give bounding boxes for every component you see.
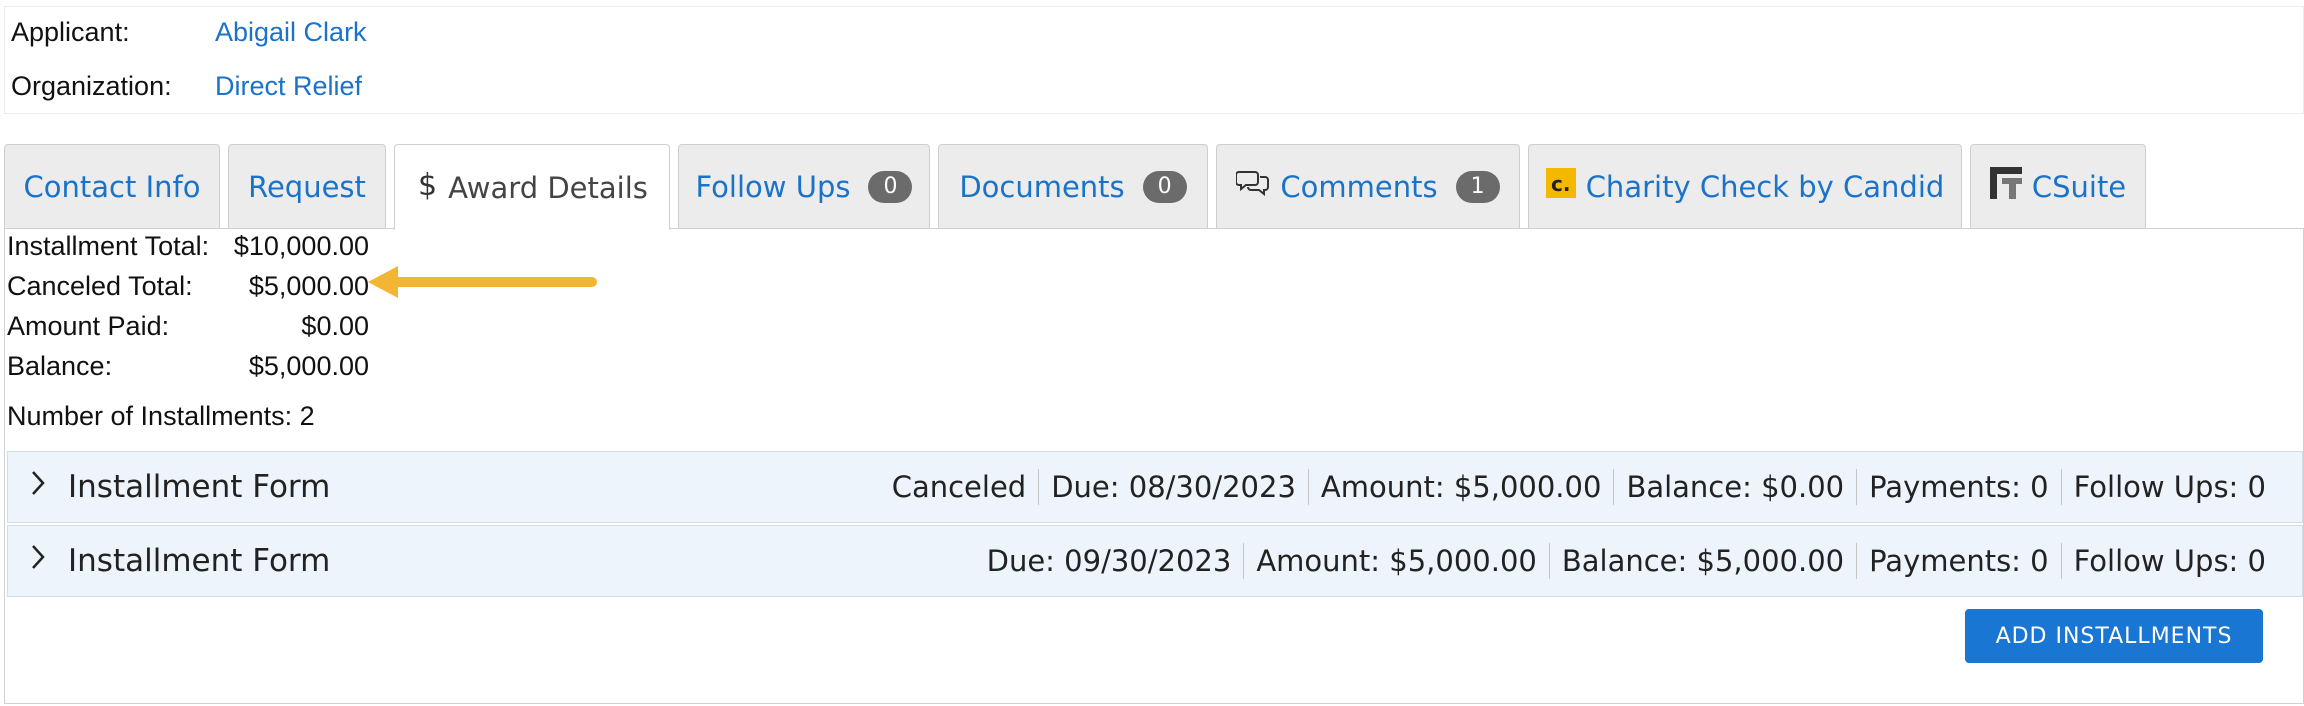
add-installments-button[interactable]: ADD INSTALLMENTS (1965, 609, 2263, 663)
canceled-total-label: Canceled Total: (7, 271, 193, 301)
tab-label: Award Details (448, 170, 648, 205)
tab-charity-check[interactable]: c. Charity Check by Candid (1528, 144, 1962, 228)
applicant-label: Applicant: (11, 17, 130, 47)
tab-request[interactable]: Request (228, 144, 386, 228)
amount-paid-value: $0.00 (301, 311, 369, 341)
organization-row: Organization: Direct Relief (11, 69, 362, 103)
documents-count-badge: 0 (1142, 170, 1187, 203)
balance-label: Balance: (7, 351, 113, 381)
installment-total-value: $10,000.00 (233, 231, 369, 261)
tab-award-details[interactable]: $ Award Details (394, 144, 670, 230)
tab-label: Documents (959, 169, 1125, 204)
tab-label: Charity Check by Candid (1585, 169, 1945, 204)
tab-label: CSuite (2031, 169, 2127, 204)
organization-label: Organization: (11, 71, 172, 101)
candid-logo-icon: c. (1545, 168, 1576, 205)
dollar-icon: $ (416, 167, 438, 208)
csuite-logo-icon (1989, 167, 2022, 206)
svg-text:$: $ (418, 168, 437, 201)
comments-count-badge: 1 (1455, 170, 1500, 203)
installment-amount: Amount: $5,000.00 (1320, 470, 1602, 504)
installment-row[interactable]: Installment Form Canceled Due: 08/30/202… (7, 451, 2303, 523)
installment-title: Installment Form (68, 543, 331, 579)
installment-balance: Balance: $5,000.00 (1561, 544, 1845, 578)
installment-total-label: Installment Total: (7, 231, 210, 261)
tab-csuite[interactable]: CSuite (1970, 144, 2146, 228)
installment-due: Due: 08/30/2023 (1051, 470, 1296, 504)
chevron-right-icon[interactable] (8, 542, 68, 580)
installment-row[interactable]: Installment Form Due: 09/30/2023 Amount:… (7, 525, 2303, 597)
organization-link[interactable]: Direct Relief (215, 71, 362, 101)
balance-value: $5,000.00 (248, 351, 369, 381)
tab-label: Contact Info (23, 169, 201, 204)
award-details-panel: Installment Total: $10,000.00 Canceled T… (4, 228, 2304, 704)
applicant-link[interactable]: Abigail Clark (215, 17, 367, 47)
tab-label: Request (248, 169, 366, 204)
installment-status: Canceled (891, 470, 1027, 504)
tab-label: Comments (1280, 169, 1438, 204)
amount-paid-label: Amount Paid: (7, 311, 170, 341)
tab-documents[interactable]: Documents 0 (938, 144, 1208, 228)
tab-bar: Contact Info Request $ Award Details Fol… (0, 144, 2304, 230)
number-of-installments: Number of Installments: 2 (7, 401, 315, 431)
svg-text:c.: c. (1551, 172, 1570, 196)
follow-ups-count-badge: 0 (868, 170, 913, 203)
installment-due: Due: 09/30/2023 (986, 544, 1232, 578)
tab-comments[interactable]: Comments 1 (1216, 144, 1520, 228)
installment-payments: Payments: 0 (1869, 470, 2049, 504)
installment-amount: Amount: $5,000.00 (1256, 544, 1537, 578)
installment-title: Installment Form (68, 469, 331, 505)
annotation-arrow-icon (368, 266, 597, 298)
applicant-header: Applicant: Abigail Clark Organization: Dir… (4, 6, 2304, 114)
chevron-right-icon[interactable] (8, 468, 68, 506)
tab-follow-ups[interactable]: Follow Ups 0 (678, 144, 930, 228)
installment-follow-ups: Follow Ups: 0 (2073, 470, 2266, 504)
tab-contact-info[interactable]: Contact Info (4, 144, 220, 228)
installment-meta: Due: 09/30/2023 Amount: $5,000.00 Balanc… (975, 543, 2302, 579)
installment-balance: Balance: $0.00 (1626, 470, 1845, 504)
tab-label: Follow Ups (695, 169, 851, 204)
installment-follow-ups: Follow Ups: 0 (2073, 544, 2266, 578)
canceled-total-value: $5,000.00 (248, 271, 369, 301)
applicant-row: Applicant: Abigail Clark (11, 15, 367, 49)
comments-icon (1235, 168, 1270, 205)
installment-payments: Payments: 0 (1869, 544, 2049, 578)
installment-meta: Canceled Due: 08/30/2023 Amount: $5,000.… (880, 469, 2302, 505)
